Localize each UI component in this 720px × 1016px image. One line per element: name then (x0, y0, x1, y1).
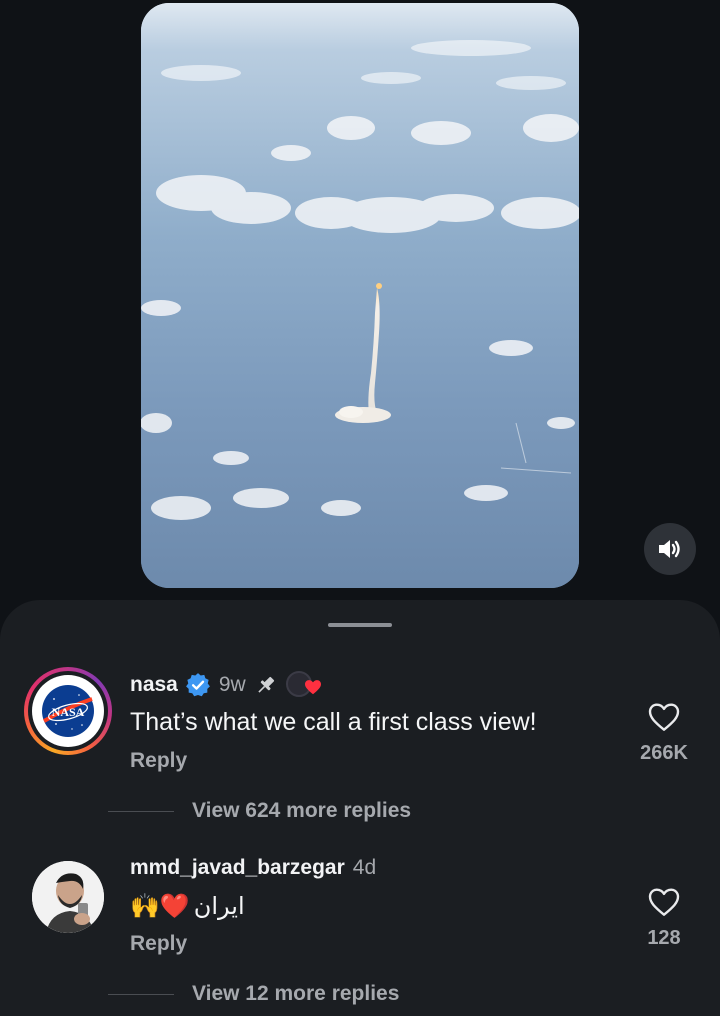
comment-emoji: 🙌❤️ (130, 892, 190, 920)
reply-button[interactable]: Reply (130, 749, 187, 773)
sound-toggle-button[interactable] (644, 523, 696, 575)
view-more-replies-button[interactable]: View 12 more replies (108, 982, 399, 1006)
view-more-replies-label: View 12 more replies (192, 982, 400, 1005)
sheet-drag-handle[interactable] (328, 623, 392, 627)
view-more-replies-button[interactable]: View 624 more replies (108, 799, 411, 823)
svg-text:NASA: NASA (52, 705, 85, 719)
comment-time: 4d (352, 856, 377, 879)
comment-text: 🙌❤️ ایران (130, 892, 245, 920)
like-count: 266K (640, 742, 688, 764)
comment-body: ایران (193, 892, 245, 920)
comment-text: That’s what we call a first class view! (130, 708, 537, 736)
comment-time: 9w (218, 673, 246, 696)
comments-sheet: NASA nasa 9w That’s what we call a first… (0, 600, 720, 1016)
pin-icon (258, 676, 274, 693)
video-player[interactable] (141, 3, 579, 588)
heart-badge-icon (304, 680, 321, 695)
verified-badge-icon (185, 673, 210, 697)
reply-button[interactable]: Reply (130, 932, 187, 956)
heart-like-icon[interactable] (648, 887, 680, 917)
like-count: 128 (647, 927, 681, 949)
comment-username[interactable]: nasa (130, 673, 178, 697)
avatar[interactable] (32, 861, 104, 933)
speaker-icon (659, 540, 680, 558)
divider-line (108, 810, 174, 812)
user-photo-icon (32, 861, 104, 933)
avatar[interactable]: NASA (24, 667, 112, 755)
rocket-launch-scene (141, 3, 579, 588)
heart-like-icon[interactable] (648, 702, 680, 732)
nasa-logo-icon: NASA (42, 685, 94, 737)
comment-username[interactable]: mmd_javad_barzegar (130, 856, 345, 880)
view-more-replies-label: View 624 more replies (192, 799, 412, 822)
creator-liked-icon (284, 671, 324, 699)
divider-line (108, 993, 174, 995)
